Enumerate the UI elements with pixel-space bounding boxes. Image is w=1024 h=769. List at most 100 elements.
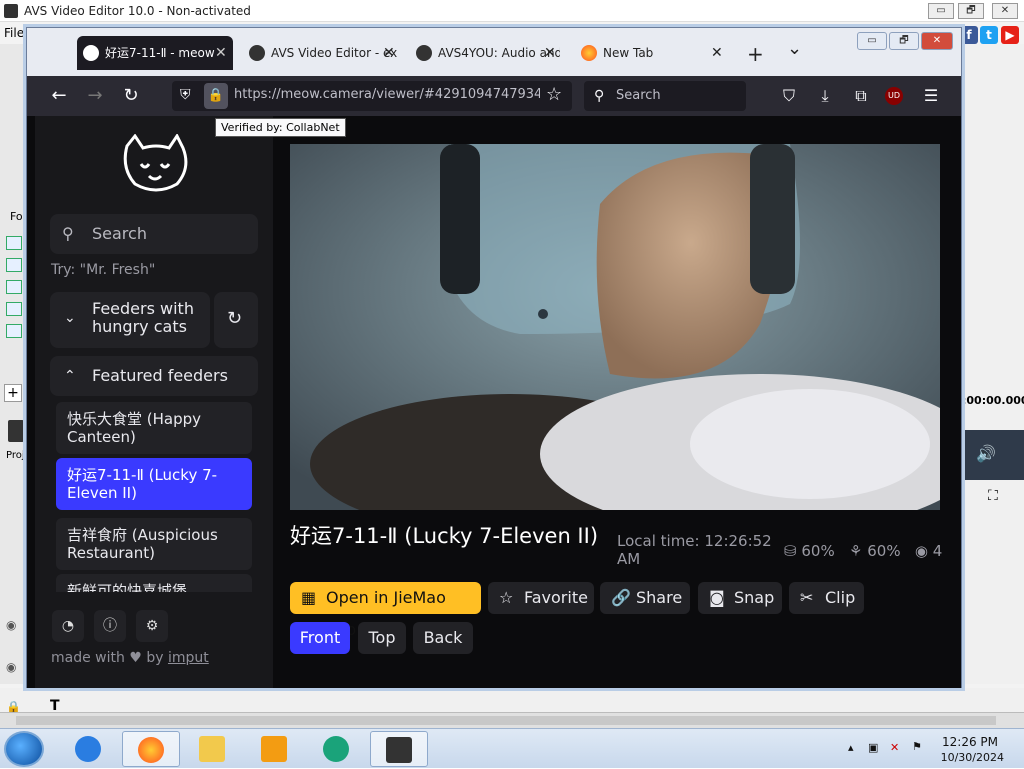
horizontal-scrollbar[interactable] [0, 712, 1024, 728]
feeder-item[interactable]: 吉祥食府 (Auspicious Restaurant) [56, 518, 252, 570]
snap-button[interactable]: ◙ Snap [698, 582, 782, 614]
feeder-search-input[interactable]: ⚲ Search [50, 214, 258, 254]
tab-avs4you[interactable]: AVS4YOU: Audio and ✕ [410, 36, 560, 70]
clock-date[interactable]: 10/30/2024 [941, 751, 1004, 764]
video-frame [290, 144, 940, 510]
avs-favicon-icon [249, 45, 265, 61]
clip-label: Clip [825, 588, 856, 607]
ff-maximize-button[interactable]: 🗗 [889, 32, 919, 50]
youtube-icon[interactable]: ▶ [1001, 26, 1019, 44]
discord-icon[interactable]: ◔ [52, 610, 84, 642]
food-level: 60% [801, 542, 835, 560]
clip-button[interactable]: ✂ Clip [789, 582, 864, 614]
avs-folder-item[interactable] [6, 324, 22, 338]
camera-video[interactable] [290, 144, 940, 510]
favorite-button[interactable]: ☆ Favorite [488, 582, 594, 614]
avs-close-button[interactable]: ✕ [992, 3, 1018, 19]
network-icon[interactable]: ▣ [868, 741, 878, 754]
taskbar-explorer[interactable] [184, 731, 242, 767]
speaker-icon[interactable]: 🔊 [976, 444, 996, 463]
forward-button[interactable]: → [83, 84, 107, 108]
tab-meow-camera[interactable]: 好运7-11-Ⅱ - meow ✕ [77, 36, 233, 70]
feeder-item[interactable]: 新鲜可的快喜城堡 [56, 574, 252, 592]
avs-menu-file[interactable]: File [4, 26, 24, 40]
taskbar-avs-editor[interactable] [370, 731, 428, 767]
avs-folder-item[interactable] [6, 258, 22, 272]
search-hint: Try: "Mr. Fresh" [51, 262, 156, 278]
pocket-icon[interactable]: ⛉ [777, 84, 801, 108]
avs-add-button[interactable]: + [4, 384, 22, 402]
new-tab-button[interactable]: + [747, 42, 764, 66]
view-top-button[interactable]: Top [358, 622, 406, 654]
taskbar-firefox[interactable] [122, 731, 180, 767]
clock-time[interactable]: 12:26 PM [942, 735, 998, 749]
open-in-app-button[interactable]: ▦ Open in JieMao app [290, 582, 481, 639]
feeder-item[interactable]: 快乐大食堂 (Happy Canteen) [56, 402, 252, 454]
view-back-button[interactable]: Back [413, 622, 473, 654]
url-bar[interactable]: ⛨ 🔒 https://meow.camera/viewer/#42910947… [172, 81, 572, 111]
tab-new-tab[interactable]: New Tab ✕ [575, 36, 731, 70]
avs-folder-item[interactable] [6, 236, 22, 250]
fit-icon[interactable]: ⛶ [988, 488, 998, 504]
volume-muted-icon[interactable]: ✕ [890, 741, 899, 754]
url-text[interactable]: https://meow.camera/viewer/#429109474793… [234, 87, 540, 102]
ublock-icon[interactable]: UD [885, 87, 903, 105]
feeder-item-selected[interactable]: 好运7-11-Ⅱ (Lucky 7-Eleven II) [56, 458, 252, 510]
eye-icon[interactable]: ◉ [6, 660, 16, 674]
avs-folder-item[interactable] [6, 302, 22, 316]
extensions-icon[interactable]: ⧉ [849, 84, 873, 108]
cat-logo-icon [123, 134, 188, 192]
taskbar-ie[interactable] [60, 731, 118, 767]
twitter-icon[interactable]: t [980, 26, 998, 44]
facebook-icon[interactable]: f [960, 26, 978, 44]
ff-close-button[interactable]: ✕ [921, 32, 953, 50]
back-button[interactable]: ← [47, 84, 71, 108]
feeder-title: 好运7-11-Ⅱ (Lucky 7-Eleven II) [290, 524, 599, 548]
ff-minimize-button[interactable]: ▭ [857, 32, 887, 50]
eye-icon[interactable]: ◉ [6, 618, 16, 632]
food-bowl-icon: ⛁ [784, 542, 797, 560]
close-tab-icon[interactable]: ✕ [544, 36, 556, 70]
close-tab-icon[interactable]: ✕ [711, 36, 723, 70]
show-hidden-icons-icon[interactable]: ▴ [848, 741, 854, 754]
taskbar-avs-player[interactable] [308, 731, 366, 767]
close-tab-icon[interactable]: ✕ [383, 36, 395, 70]
avs-title-bar: AVS Video Editor 10.0 - Non-activated ▭ … [0, 0, 1024, 22]
share-button[interactable]: 🔗 Share [600, 582, 690, 614]
bookmark-star-icon[interactable]: ☆ [546, 84, 562, 105]
avs-maximize-button[interactable]: 🗗 [958, 3, 984, 19]
eye-icon: ◉ [914, 542, 928, 560]
avs-left-panel: Fol + Proj ◉ ◉ [0, 44, 26, 684]
sidebar: ⚲ Search Try: "Mr. Fresh" ⌄ Feeders with… [35, 116, 273, 688]
search-bar-placeholder: Search [616, 88, 661, 103]
close-tab-icon[interactable]: ✕ [215, 36, 227, 70]
avs-project-icon[interactable] [8, 420, 24, 442]
app-menu-icon[interactable]: ☰ [919, 84, 943, 108]
download-icon[interactable]: ⤓ [813, 84, 837, 108]
tracking-shield-icon[interactable]: ⛨ [180, 87, 191, 103]
scrollbar-thumb[interactable] [16, 716, 996, 725]
info-icon[interactable]: ⓘ [94, 610, 126, 642]
avs-minimize-button[interactable]: ▭ [928, 3, 954, 19]
featured-feeders-toggle[interactable]: ⌃ Featured feeders [50, 356, 258, 396]
avs-logo-icon [4, 4, 18, 18]
search-bar[interactable]: ⚲ Search [584, 81, 746, 111]
action-center-flag-icon[interactable]: ⚑ [912, 740, 922, 753]
start-button[interactable] [4, 731, 44, 767]
author-link[interactable]: imput [168, 650, 209, 666]
settings-icon[interactable]: ⚙ [136, 610, 168, 642]
tab-label: 好运7-11-Ⅱ - meow [105, 46, 215, 60]
tab-avs-video-editor[interactable]: AVS Video Editor - ex ✕ [243, 36, 399, 70]
view-front-button[interactable]: Front [290, 622, 350, 654]
avs-folder-item[interactable] [6, 280, 22, 294]
taskbar-media-player[interactable] [246, 731, 304, 767]
refresh-button[interactable]: ↻ [214, 292, 258, 348]
system-tray: ▴ ▣ ✕ ⚑ 12:26 PM 10/30/2024 [834, 729, 1024, 769]
made-with-footer: made with ♥ by imput [51, 650, 209, 666]
lock-icon[interactable]: 🔒 [204, 83, 228, 109]
reload-button[interactable]: ↻ [119, 84, 143, 108]
tab-list-button[interactable]: ⌄ [787, 38, 802, 59]
hungry-feeders-toggle[interactable]: ⌄ Feeders with hungry cats [50, 292, 210, 348]
qr-code-icon: ▦ [301, 588, 317, 607]
media-player-icon [261, 736, 287, 762]
